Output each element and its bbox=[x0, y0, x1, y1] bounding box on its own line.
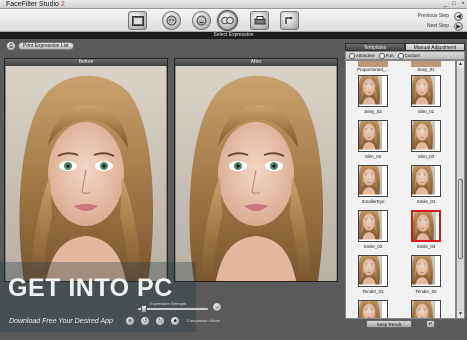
next-step-link[interactable]: Next Step bbox=[427, 23, 449, 29]
scrollbar-thumb[interactable] bbox=[458, 179, 463, 259]
before-panel: Before bbox=[4, 58, 168, 282]
template-label: SmallerEye bbox=[361, 199, 385, 204]
keep-result-button[interactable]: Keep Result bbox=[366, 320, 412, 328]
before-photo[interactable] bbox=[5, 66, 167, 281]
minimize-button[interactable]: _ bbox=[441, 1, 449, 8]
toolbar: Previous Step ◀ Next Step ▶ bbox=[0, 9, 467, 32]
export-icon[interactable] bbox=[280, 11, 299, 30]
print-icon[interactable] bbox=[250, 11, 269, 30]
template-grid: Proportioned_... Sexy_01 Sexy_02 Slim_01 S… bbox=[345, 60, 456, 319]
template-label-top-right: Sexy_01 bbox=[417, 67, 435, 72]
reset-icon[interactable]: ■ bbox=[170, 316, 180, 326]
template-thumbnail[interactable] bbox=[411, 300, 441, 318]
filter-label: Fun bbox=[385, 53, 394, 58]
template-thumbnail[interactable] bbox=[411, 255, 441, 287]
open-photo-icon[interactable] bbox=[128, 11, 147, 30]
filter-custom[interactable]: Custom bbox=[397, 52, 421, 59]
template-label: Smile_01 bbox=[416, 199, 436, 204]
scroll-down-icon[interactable]: ▼ bbox=[457, 311, 464, 318]
watermark-subtitle: Download Free Your Desired App bbox=[9, 318, 113, 325]
tab-manual-adjustment[interactable]: Manual Adjustment bbox=[405, 43, 465, 51]
rotate-right-icon[interactable]: ↻ bbox=[155, 316, 165, 326]
template-label: Slim_02 bbox=[364, 154, 382, 159]
template-thumbnail[interactable] bbox=[411, 210, 441, 242]
filter-label: Attractive bbox=[356, 53, 375, 58]
expression-strength-slider[interactable] bbox=[138, 305, 208, 313]
next-step-icon[interactable]: ▶ bbox=[454, 22, 463, 31]
template-thumbnail[interactable] bbox=[358, 120, 388, 152]
print-expression-list-button[interactable]: ⎙ Print Expression List bbox=[4, 41, 78, 51]
radio-icon bbox=[378, 52, 385, 59]
scroll-up-icon[interactable]: ▲ bbox=[457, 61, 464, 68]
expression-strength-label: Expression Strength bbox=[150, 301, 187, 306]
filter-attractive[interactable]: Attractive bbox=[349, 52, 375, 59]
template-filters: Attractive Fun Custom bbox=[345, 51, 465, 60]
template-thumbnail[interactable] bbox=[411, 120, 441, 152]
after-label: After bbox=[175, 59, 337, 66]
template-thumbnail[interactable] bbox=[411, 75, 441, 107]
template-thumbnail[interactable] bbox=[358, 165, 388, 197]
apply-icon[interactable]: ↵ bbox=[426, 320, 435, 328]
face-detect-icon[interactable] bbox=[162, 11, 181, 30]
template-label: Tender_01 bbox=[362, 289, 384, 294]
filter-fun[interactable]: Fun bbox=[378, 52, 394, 59]
watermark-title: GET INTO PC bbox=[8, 274, 173, 302]
zoom-icon[interactable]: ⊕ bbox=[125, 316, 135, 326]
radio-icon bbox=[349, 52, 355, 59]
template-label: Sexy_02 bbox=[364, 109, 382, 114]
before-label: Before bbox=[5, 59, 167, 66]
face-tune-icon[interactable] bbox=[192, 11, 211, 30]
template-label: Tender_02 bbox=[415, 289, 437, 294]
rotate-left-icon[interactable]: ↺ bbox=[140, 316, 150, 326]
tab-templates[interactable]: Templates bbox=[345, 43, 405, 51]
app-window: FaceFilter Studio 2 _ □ × Previous Step … bbox=[0, 0, 467, 340]
after-panel: After bbox=[174, 58, 338, 282]
expression-icon[interactable] bbox=[218, 11, 237, 30]
maximize-button[interactable]: □ bbox=[450, 1, 458, 8]
template-scrollbar[interactable]: ▲ ▼ bbox=[456, 60, 465, 319]
template-thumbnail[interactable] bbox=[358, 255, 388, 287]
printer-icon: ⎙ bbox=[6, 41, 16, 51]
radio-icon bbox=[397, 52, 404, 59]
app-version: 2 bbox=[60, 1, 65, 8]
template-label: Slim_03 bbox=[417, 154, 435, 159]
section-caption: Select Expression bbox=[0, 32, 467, 39]
template-thumbnail[interactable] bbox=[411, 165, 441, 197]
template-label: Smile_02 bbox=[363, 244, 383, 249]
window-title: FaceFilter Studio 2 bbox=[6, 0, 65, 9]
previous-step-icon[interactable]: ◀ bbox=[454, 12, 463, 21]
template-label-top-left: Proportioned_... bbox=[356, 67, 390, 72]
print-expression-list-label: Print Expression List bbox=[18, 42, 74, 50]
after-photo[interactable] bbox=[175, 66, 337, 281]
template-label: Slim_01 bbox=[417, 109, 435, 114]
close-button[interactable]: × bbox=[459, 1, 467, 8]
template-thumbnail[interactable] bbox=[358, 210, 388, 242]
previous-step-link[interactable]: Previous Step bbox=[418, 13, 449, 19]
filter-label: Custom bbox=[404, 53, 421, 58]
title-bar: FaceFilter Studio 2 _ □ × bbox=[0, 0, 467, 9]
template-label: Smile_03 bbox=[416, 244, 436, 249]
app-name: FaceFilter Studio bbox=[6, 1, 59, 8]
template-tabs: Templates Manual Adjustment bbox=[345, 43, 465, 51]
comparison-mode-label[interactable]: Comparison Mode bbox=[187, 318, 220, 323]
slider-thumb[interactable] bbox=[141, 305, 147, 313]
template-thumbnail[interactable] bbox=[358, 75, 388, 107]
template-thumbnail[interactable] bbox=[358, 300, 388, 318]
face-preview-icon[interactable]: ☺ bbox=[212, 302, 222, 312]
